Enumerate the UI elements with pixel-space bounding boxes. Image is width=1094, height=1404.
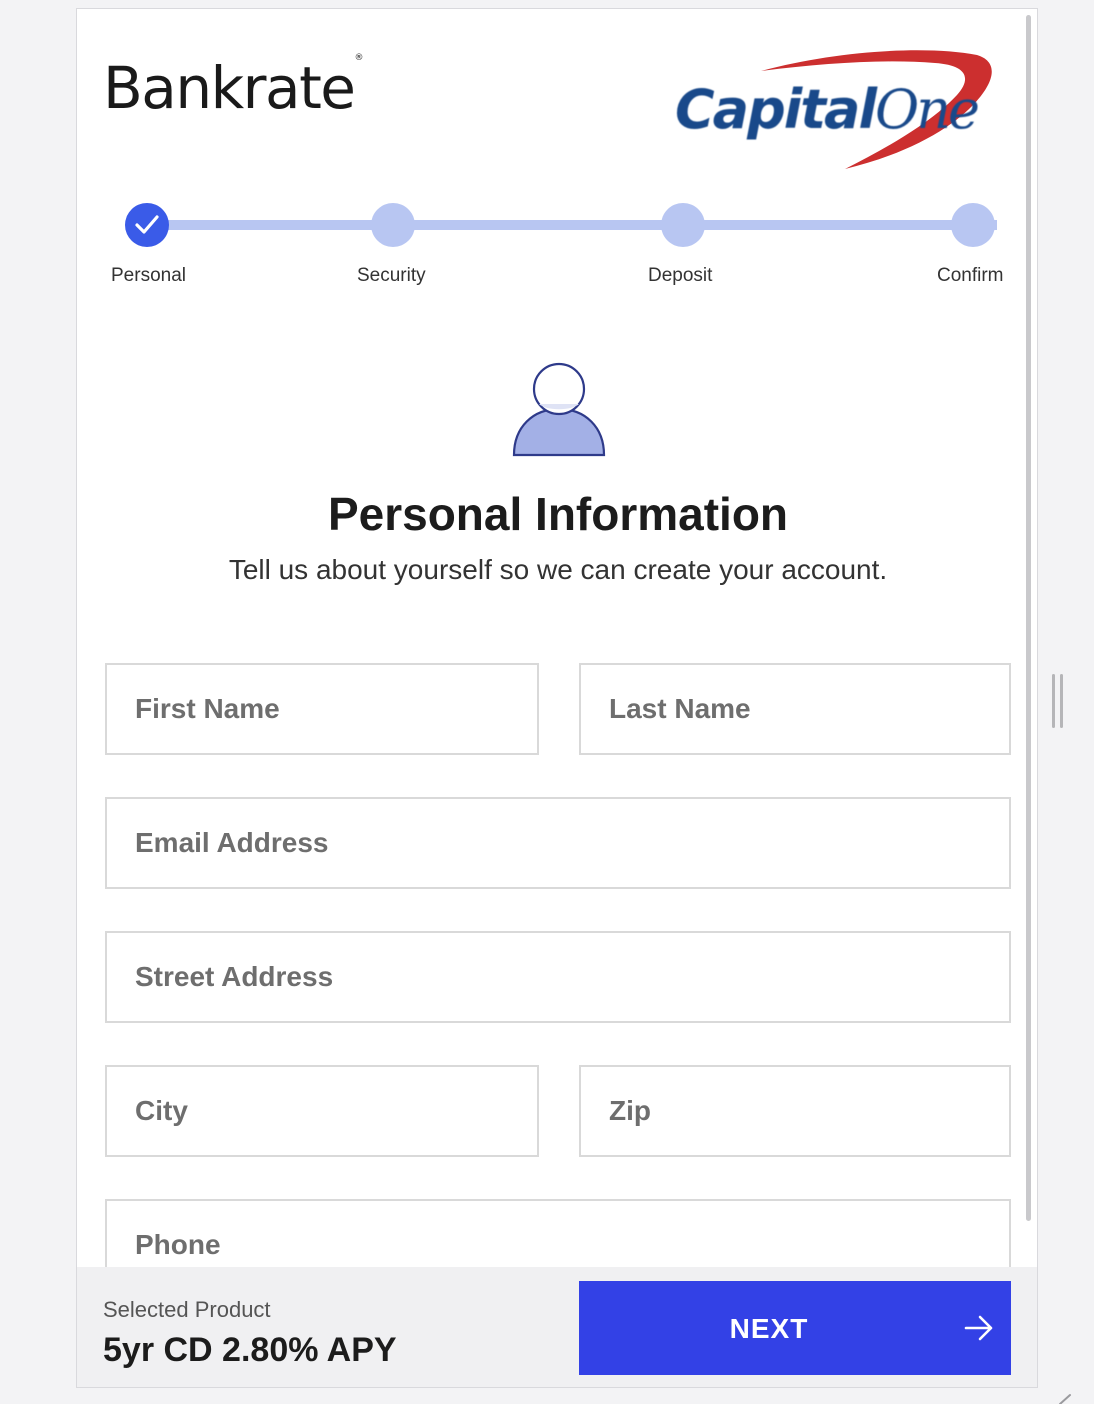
- first-name-input[interactable]: [107, 665, 537, 753]
- page-title: Personal Information: [327, 488, 789, 540]
- user-avatar-icon: [512, 362, 606, 457]
- city-field: [105, 1065, 539, 1157]
- bankrate-logo-text: Bankrate: [103, 54, 356, 122]
- next-button[interactable]: NEXT: [579, 1281, 1011, 1375]
- step-security-indicator: [371, 203, 415, 247]
- last-name-input[interactable]: [581, 665, 1009, 753]
- corner-grip-icon[interactable]: [1056, 1392, 1072, 1404]
- first-name-field: [105, 663, 539, 755]
- bankrate-logo: Bankrate®: [103, 53, 364, 117]
- progress-stepper: Personal Security Deposit Confirm: [103, 201, 1013, 291]
- step-confirm-indicator: [951, 203, 995, 247]
- step-label-deposit: Deposit: [648, 265, 713, 286]
- last-name-field: [579, 663, 1011, 755]
- arrow-right-icon: [964, 1315, 993, 1341]
- city-input[interactable]: [107, 1067, 537, 1155]
- email-input[interactable]: [107, 799, 1009, 887]
- scrollbar[interactable]: [1026, 15, 1031, 1221]
- registered-mark: ®: [354, 52, 364, 63]
- street-address-field: [105, 931, 1011, 1023]
- step-label-personal: Personal: [111, 265, 186, 286]
- footer-bar: Selected Product 5yr CD 2.80% APY NEXT: [77, 1267, 1037, 1387]
- step-deposit-indicator: [661, 203, 705, 247]
- page-subtitle: Tell us about yourself so we can create …: [228, 554, 888, 585]
- signup-modal: Bankrate® CapitalOne Personal Security D…: [76, 8, 1038, 1388]
- step-personal-indicator: [125, 203, 169, 247]
- next-button-label: NEXT: [729, 1313, 809, 1344]
- zip-input[interactable]: [581, 1067, 1009, 1155]
- panel-resize-handle[interactable]: [1052, 674, 1066, 728]
- capital-one-text-capital: Capital: [675, 78, 877, 141]
- capital-one-wordmark: CapitalOne: [675, 83, 980, 137]
- selected-product-label: Selected Product: [103, 1297, 271, 1322]
- capital-one-logo: CapitalOne: [675, 39, 1015, 179]
- step-label-confirm: Confirm: [937, 265, 1004, 286]
- zip-field: [579, 1065, 1011, 1157]
- selected-product-value: 5yr CD 2.80% APY: [103, 1331, 397, 1369]
- checkmark-icon: [135, 215, 159, 234]
- street-address-input[interactable]: [107, 933, 1009, 1021]
- email-field: [105, 797, 1011, 889]
- stepper-track: [147, 220, 997, 230]
- capital-one-text-one: One: [875, 78, 980, 141]
- step-label-security: Security: [357, 265, 426, 286]
